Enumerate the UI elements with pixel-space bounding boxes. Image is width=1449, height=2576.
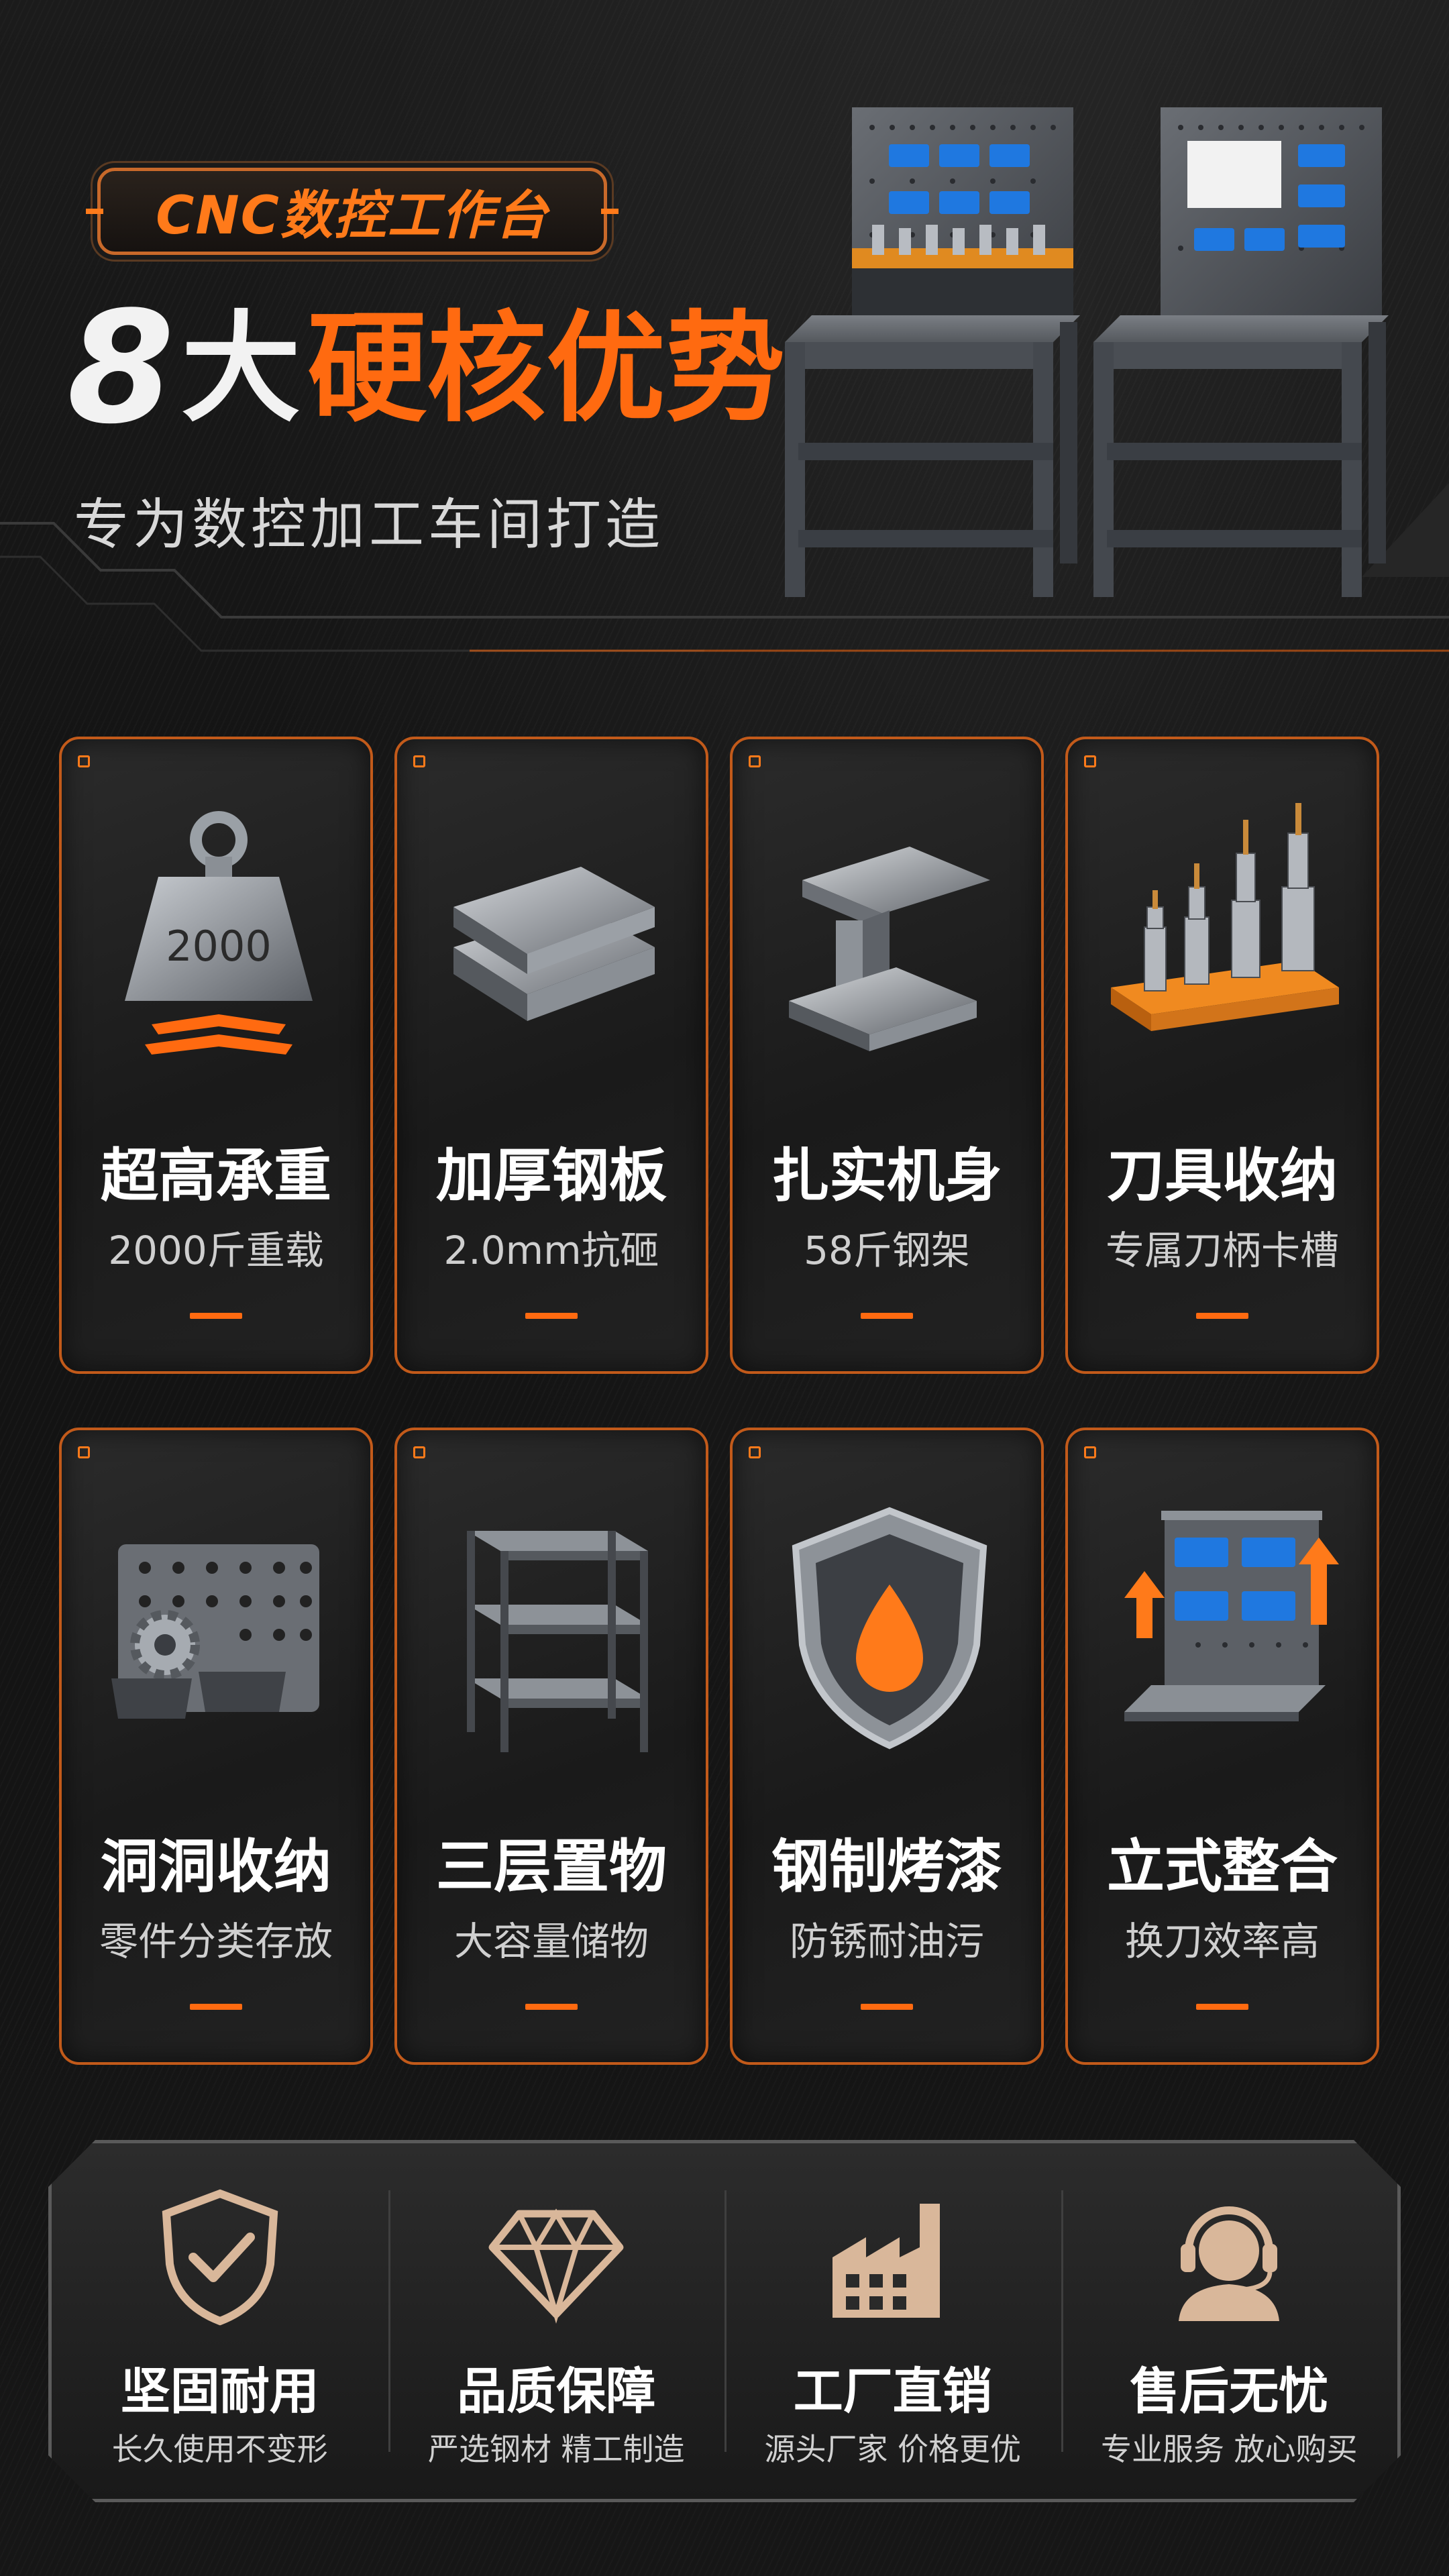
badge-tick-left [86, 209, 103, 214]
feature-desc: 零件分类存放 [99, 1919, 333, 1964]
badge-tick-right [601, 209, 619, 214]
guarantee-title: 售后无忧 [1130, 2363, 1329, 2420]
feature-card-load: 2000 超高承重 2000斤重载 [59, 737, 373, 1374]
page-subtitle: 专为数控加工车间打造 [74, 493, 665, 557]
card-corner-mark [78, 755, 90, 767]
guarantee-panel: 坚固耐用 长久使用不变形 品质保障 严选钢材 精工制造 工厂直销 源头厂家 价格… [48, 2140, 1401, 2502]
feature-card-upright: 立式整合 换刀效率高 [1065, 1428, 1379, 2065]
feature-desc: 大容量储物 [453, 1919, 649, 1964]
feature-desc: 2.0mm抗砸 [443, 1228, 659, 1273]
accent-bar [190, 2004, 242, 2010]
shield-check-icon [146, 2184, 294, 2331]
headline-accent: 硬核优势 [307, 299, 786, 438]
shelf-icon [467, 1531, 648, 1752]
card-corner-mark [1084, 755, 1096, 767]
product-badge: CNC数控工作台 [86, 168, 619, 255]
headline-word: 大 [181, 299, 301, 438]
steel-plate-icon [453, 867, 655, 1021]
feature-title: 三层置物 [436, 1833, 667, 1900]
guarantee-durable: 坚固耐用 长久使用不变形 [52, 2143, 388, 2499]
feature-desc: 58斤钢架 [804, 1228, 970, 1273]
feature-grid: 2000 超高承重 2000斤重载 加厚钢板 2.0mm抗砸 扎实机身 58斤钢… [59, 737, 1382, 2065]
card-corner-mark [413, 1446, 425, 1458]
accent-bar [190, 1313, 242, 1319]
guarantee-title: 工厂直销 [793, 2363, 992, 2420]
svg-text:2000: 2000 [166, 922, 272, 971]
card-corner-mark [413, 755, 425, 767]
feature-title: 刀具收纳 [1107, 1142, 1338, 1210]
guarantee-factory: 工厂直销 源头厂家 价格更优 [724, 2143, 1061, 2499]
left-workbench [785, 107, 1080, 597]
feature-card-paint: 钢制烤漆 防锈耐油污 [730, 1428, 1044, 2065]
feature-title: 超高承重 [101, 1142, 331, 1210]
feature-title: 扎实机身 [771, 1142, 1002, 1210]
guarantee-desc: 源头厂家 价格更优 [764, 2431, 1022, 2467]
feature-desc: 防锈耐油污 [789, 1919, 984, 1964]
feature-card-shelves: 三层置物 大容量储物 [394, 1428, 708, 2065]
upright-board-icon [1124, 1511, 1339, 1721]
feature-desc: 2000斤重载 [108, 1228, 324, 1273]
card-corner-mark [1084, 1446, 1096, 1458]
card-corner-mark [749, 1446, 761, 1458]
factory-icon [819, 2184, 967, 2331]
guarantee-desc: 长久使用不变形 [111, 2431, 328, 2467]
card-corner-mark [78, 1446, 90, 1458]
feature-card-pegboard: 洞洞收纳 零件分类存放 [59, 1428, 373, 2065]
guarantee-quality: 品质保障 严选钢材 精工制造 [388, 2143, 725, 2499]
accent-bar [525, 1313, 578, 1319]
feature-desc: 专属刀柄卡槽 [1105, 1228, 1339, 1273]
guarantee-title: 品质保障 [457, 2363, 656, 2420]
badge-label: CNC数控工作台 [156, 186, 549, 246]
feature-title: 立式整合 [1107, 1833, 1338, 1900]
feature-card-frame: 扎实机身 58斤钢架 [730, 737, 1044, 1374]
tool-holder-icon [1111, 803, 1339, 1031]
card-corner-mark [749, 755, 761, 767]
diamond-icon [482, 2184, 630, 2331]
support-agent-icon [1155, 2184, 1303, 2331]
feature-title: 洞洞收纳 [101, 1833, 331, 1900]
feature-title: 加厚钢板 [436, 1142, 667, 1210]
accent-bar [525, 2004, 578, 2010]
feature-card-steel-plate: 加厚钢板 2.0mm抗砸 [394, 737, 708, 1374]
guarantee-service: 售后无忧 专业服务 放心购买 [1061, 2143, 1398, 2499]
guarantee-desc: 严选钢材 精工制造 [427, 2431, 685, 2467]
feature-title: 钢制烤漆 [771, 1833, 1002, 1900]
right-workbench [1093, 107, 1389, 597]
pegboard-icon [111, 1544, 319, 1719]
accent-bar [1196, 1313, 1248, 1319]
accent-bar [861, 1313, 913, 1319]
weight-icon: 2000 [125, 811, 313, 1055]
guarantee-title: 坚固耐用 [120, 2363, 319, 2420]
i-beam-icon [789, 847, 990, 1051]
workbench-illustration [785, 107, 1389, 597]
headline-number: 8 [67, 279, 175, 458]
shield-drop-icon [792, 1507, 987, 1750]
accent-bar [1196, 2004, 1248, 2010]
guarantee-desc: 专业服务 放心购买 [1100, 2431, 1358, 2467]
headline: 8 大 硬核优势 [67, 282, 785, 456]
feature-desc: 换刀效率高 [1124, 1919, 1320, 1964]
feature-card-tool-storage: 刀具收纳 专属刀柄卡槽 [1065, 737, 1379, 1374]
accent-bar [861, 2004, 913, 2010]
